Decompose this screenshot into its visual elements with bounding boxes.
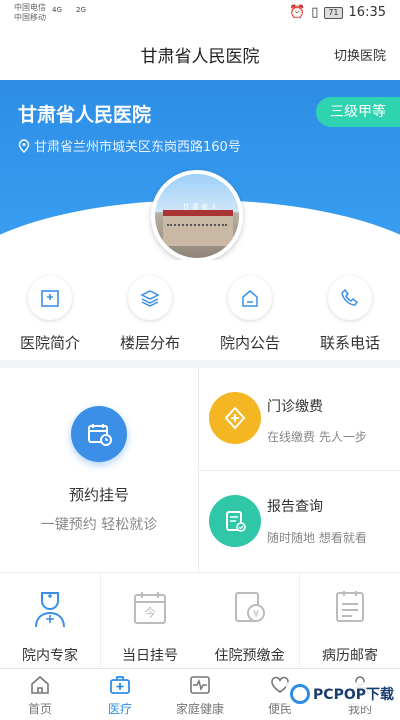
nav-bar: 甘肃省人民医院 切换医院	[0, 28, 400, 80]
report-query-title: 报告查询	[267, 499, 323, 515]
battery-icon: 71	[324, 6, 343, 19]
watermark-logo-icon	[290, 684, 311, 704]
hospital-building-icon	[28, 276, 72, 320]
signal-1-icon: 4G	[52, 6, 62, 14]
building-image	[163, 210, 233, 246]
appointment-subtitle: 一键预约 轻松就诊	[40, 517, 158, 533]
quick-link-label: 楼层分布	[119, 334, 180, 352]
record-mail-label: 病历邮寄	[322, 648, 378, 664]
svg-text:¥: ¥	[253, 609, 259, 620]
quick-link-intro[interactable]: 医院简介	[0, 260, 100, 360]
watermark: PCPOP下载	[286, 682, 398, 706]
level-badge: 三级甲等	[316, 97, 400, 127]
doctor-icon	[35, 592, 65, 628]
quick-link-label: 医院简介	[19, 334, 80, 352]
experts-label: 院内专家	[22, 648, 78, 664]
clock: 16:35	[348, 5, 386, 20]
quick-link-phone[interactable]: 联系电话	[300, 260, 400, 360]
tab-home[interactable]: 首页	[0, 669, 80, 720]
prepay-icon: ¥	[235, 592, 265, 622]
carrier-1: 中国电信	[14, 3, 46, 12]
quick-link-notice[interactable]: 院内公告	[200, 260, 300, 360]
record-mail-card[interactable]: 病历邮寄	[300, 573, 400, 668]
svg-text:今: 今	[144, 605, 156, 620]
outpatient-pay-subtitle: 在线缴费 先人一步	[267, 430, 367, 444]
tab-label: 家庭健康	[175, 702, 224, 716]
tab-medical[interactable]: 医疗	[80, 669, 160, 720]
status-right: ⏰ ▯ 71 16:35	[289, 5, 386, 20]
quick-link-label: 院内公告	[219, 334, 280, 352]
services-grid: 预约挂号 一键预约 轻松就诊 门诊缴费 在线缴费 先人一步 报告查询 随时随地 …	[0, 368, 400, 668]
outpatient-pay-title: 门诊缴费	[267, 399, 323, 415]
tab-label: 首页	[27, 702, 52, 716]
quick-link-floors[interactable]: 楼层分布	[100, 260, 200, 360]
report-check-icon	[209, 495, 261, 547]
quick-links: 医院简介 楼层分布 院内公告 联系电话	[0, 260, 400, 360]
experts-card[interactable]: 院内专家	[0, 573, 100, 668]
building-sign: 甘 肃 省 人	[182, 203, 218, 211]
today-calendar-icon: 今	[134, 592, 166, 624]
heart-monitor-icon	[188, 673, 212, 697]
hospital-name: 甘肃省人民医院	[18, 104, 152, 126]
signal-2-icon: 2G	[76, 6, 86, 14]
prepay-card[interactable]: ¥ 住院预缴金	[200, 573, 299, 668]
quick-link-label: 联系电话	[319, 334, 380, 352]
appointment-title: 预约挂号	[68, 486, 129, 504]
tab-family-health[interactable]: 家庭健康	[160, 669, 240, 720]
prepay-label: 住院预缴金	[214, 648, 285, 664]
layers-icon	[128, 276, 172, 320]
appointment-card[interactable]: 预约挂号 一键预约 轻松就诊	[0, 368, 198, 572]
status-bar: 中国电信 中国移动 4G 2G ⏰ ▯ 71 16:35	[0, 0, 400, 28]
alarm-icon: ⏰	[289, 5, 306, 20]
phone-icon	[328, 276, 372, 320]
medical-cross-icon	[209, 392, 261, 444]
report-query-card[interactable]: 报告查询 随时随地 想看就看	[199, 471, 400, 572]
report-query-subtitle: 随时随地 想看就看	[267, 531, 367, 545]
medical-kit-icon	[108, 673, 132, 697]
hospital-photo: 甘 肃 省 人	[151, 170, 243, 262]
hospital-address[interactable]: 甘肃省兰州市城关区东岗西路160号	[18, 136, 241, 155]
carrier-2: 中国移动	[14, 13, 46, 22]
today-register-label: 当日挂号	[122, 648, 178, 664]
home-icon	[28, 673, 52, 697]
calendar-clock-icon	[71, 406, 127, 462]
notice-icon	[228, 276, 272, 320]
switch-hospital-button[interactable]: 切换医院	[334, 45, 386, 64]
address-text: 甘肃省兰州市城关区东岗西路160号	[34, 140, 241, 155]
vibrate-icon: ▯	[311, 5, 319, 20]
carrier-info: 中国电信 中国移动	[14, 3, 46, 23]
watermark-text: PCPOP下载	[313, 687, 394, 703]
today-register-card[interactable]: 今 当日挂号	[101, 573, 199, 668]
tab-label: 医疗	[107, 702, 132, 716]
building-windows	[167, 224, 227, 228]
outpatient-pay-card[interactable]: 门诊缴费 在线缴费 先人一步	[199, 368, 400, 470]
location-pin-icon	[18, 138, 30, 153]
mail-record-icon	[336, 591, 364, 622]
